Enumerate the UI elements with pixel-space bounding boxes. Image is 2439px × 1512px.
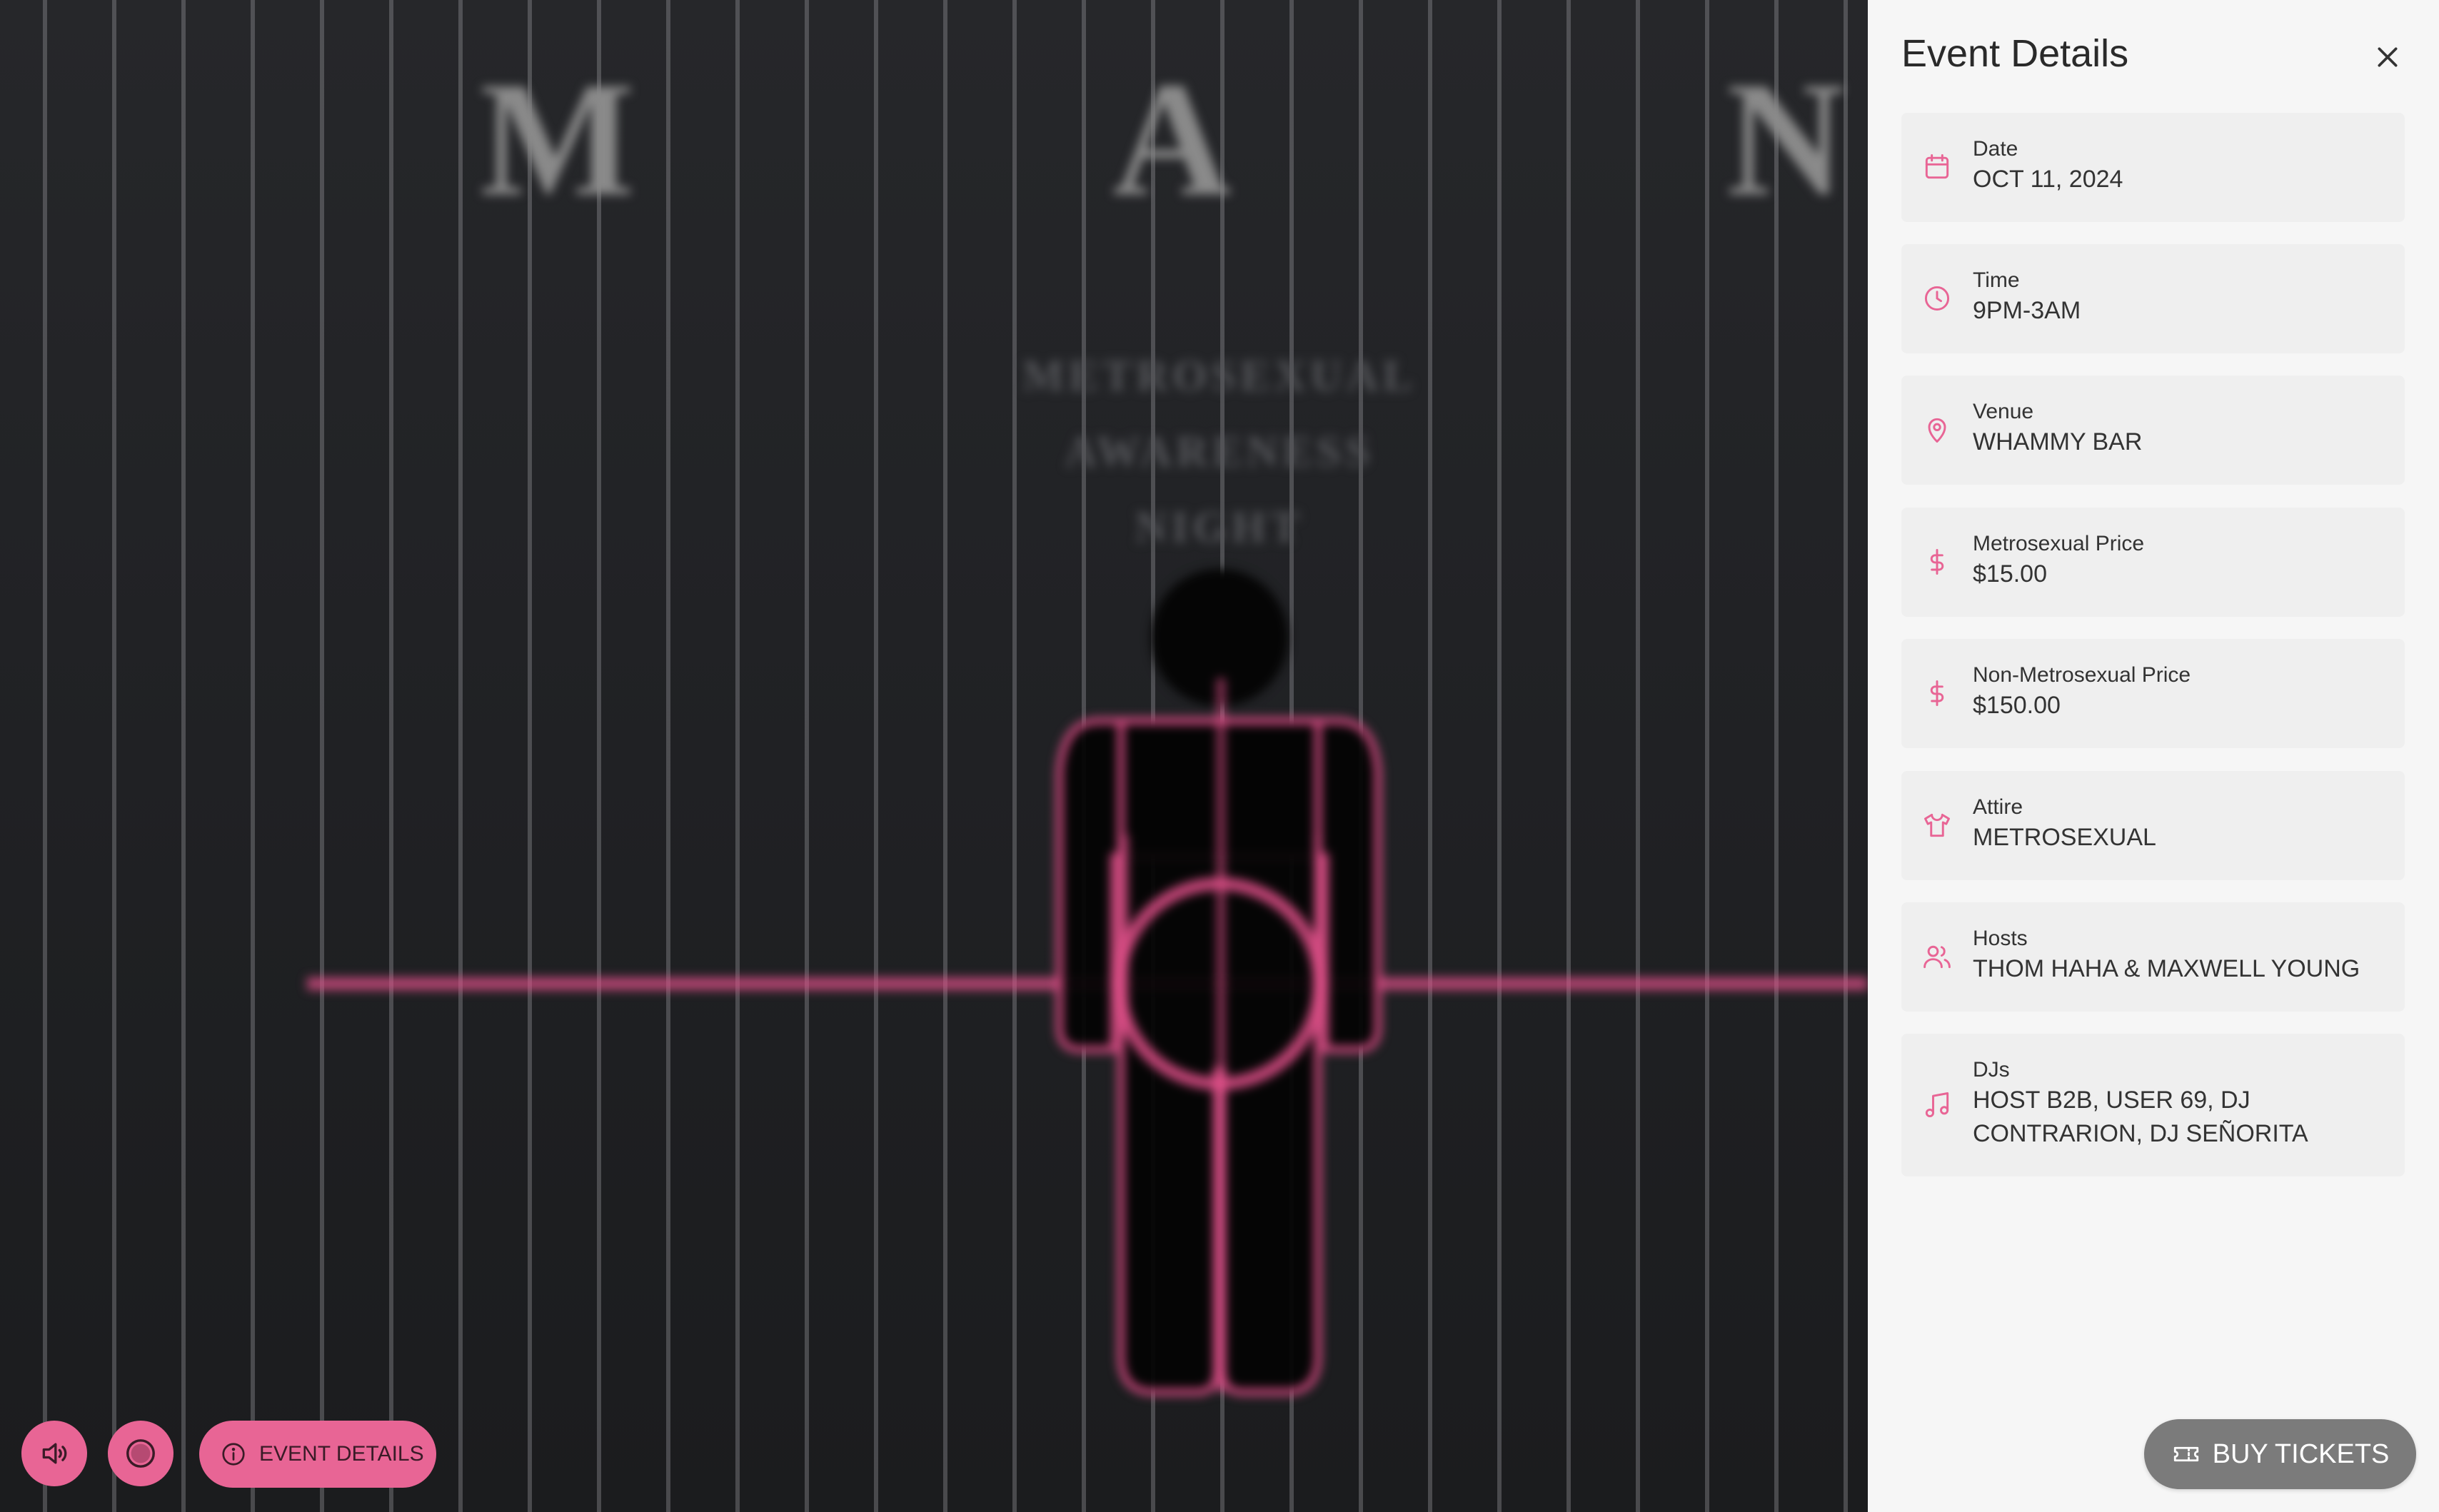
detail-label: Hosts: [1973, 927, 2028, 950]
detail-label: Venue: [1973, 400, 2034, 423]
detail-value: 9PM-3AM: [1973, 297, 2081, 324]
target-circle-icon: [126, 1439, 155, 1468]
detail-card-date: Date OCT 11, 2024: [1901, 113, 2405, 222]
shirt-icon: [1924, 813, 1950, 837]
detail-value: WHAMMY BAR: [1973, 428, 2143, 455]
panel-title: Event Details: [1901, 32, 2129, 75]
detail-card-attire: Attire METROSEXUAL: [1901, 771, 2405, 880]
close-button[interactable]: [2368, 37, 2408, 77]
detail-label: DJs: [1973, 1058, 2010, 1082]
event-details-label: EVENT DETAILS: [259, 1442, 424, 1466]
sound-toggle-button[interactable]: [21, 1421, 87, 1486]
detail-label: Date: [1973, 137, 2018, 161]
speaker-icon: [42, 1443, 67, 1464]
info-icon: [222, 1443, 245, 1466]
users-icon: [1923, 945, 1951, 969]
detail-label: Metrosexual Price: [1973, 532, 2145, 555]
detail-value: $150.00: [1973, 692, 2061, 719]
detail-card-djs: DJs HOST B2B, USER 69, DJ CONTRARION, DJ…: [1901, 1034, 2405, 1176]
detail-value: THOM HAHA & MAXWELL YOUNG: [1973, 955, 2360, 982]
map-pin-icon: [1928, 418, 1946, 443]
calendar-icon: [1925, 154, 1949, 179]
detail-card-non-metrosexual-price: Non-Metrosexual Price $150.00: [1901, 639, 2405, 748]
detail-value: HOST B2B, USER 69, DJ CONTRARION, DJ SEÑ…: [1973, 1087, 2308, 1147]
detail-label: Attire: [1973, 795, 2023, 819]
detail-card-hosts: Hosts THOM HAHA & MAXWELL YOUNG: [1901, 902, 2405, 1012]
buy-tickets-label: BUY TICKETS: [2212, 1438, 2390, 1469]
music-note-icon: [1925, 1092, 1949, 1118]
dollar-icon: [1930, 549, 1944, 575]
detail-value: $15.00: [1973, 560, 2047, 588]
event-details-button[interactable]: EVENT DETAILS: [199, 1421, 436, 1488]
dollar-icon: [1930, 680, 1944, 706]
detail-card-time: Time 9PM-3AM: [1901, 244, 2405, 353]
detail-card-venue: Venue WHAMMY BAR: [1901, 376, 2405, 485]
record-toggle-button[interactable]: [108, 1421, 174, 1486]
close-icon: [2378, 47, 2398, 67]
buy-tickets-button[interactable]: BUY TICKETS: [2144, 1419, 2416, 1489]
detail-value: METROSEXUAL: [1973, 824, 2156, 851]
detail-label: Time: [1973, 268, 2020, 292]
event-poster-background: M A N METROSEXUAL AWARENESS NIGHT: [0, 0, 1868, 1512]
event-details-panel: Event Details Date OCT 11, 2024 Time 9PM…: [1868, 0, 2439, 1512]
detail-label: Non-Metrosexual Price: [1973, 663, 2191, 687]
ticket-icon: [2173, 1446, 2198, 1462]
poster-figure-illustration: [307, 569, 1868, 1396]
detail-card-metrosexual-price: Metrosexual Price $15.00: [1901, 508, 2405, 617]
detail-value: OCT 11, 2024: [1973, 166, 2123, 193]
clock-icon: [1924, 286, 1950, 311]
